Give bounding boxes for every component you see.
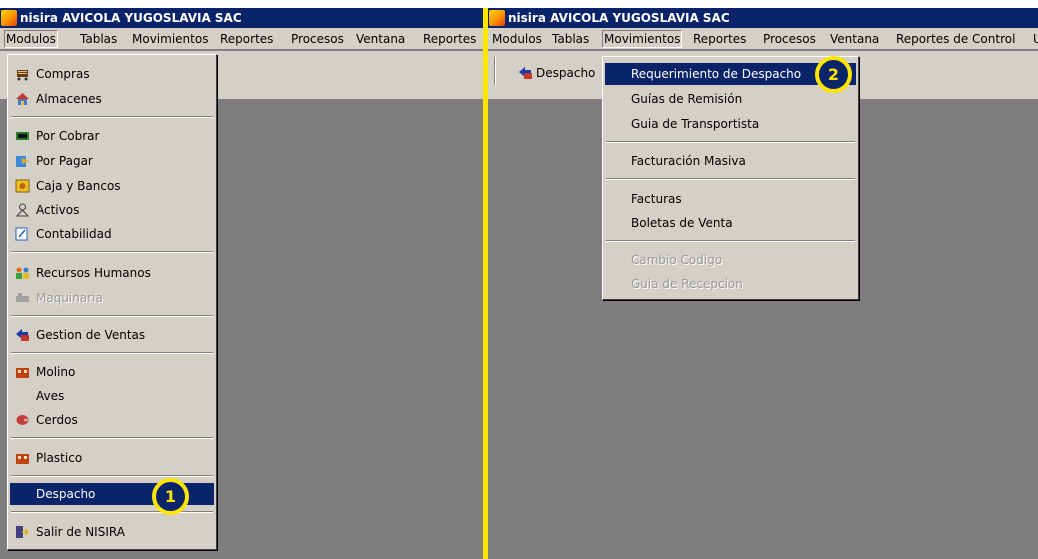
- menu-movimientos[interactable]: Movimientos: [130, 30, 210, 48]
- title-bar: nisira AVICOLA YUGOSLAVIA SAC: [0, 8, 483, 28]
- menu-item-cambio-codigo: Cambio Codigo: [631, 253, 723, 267]
- menu-ventana[interactable]: Ventana: [828, 30, 881, 48]
- assets-icon: [15, 203, 30, 217]
- window-title: nisira AVICOLA YUGOSLAVIA SAC: [20, 11, 242, 25]
- menu-modulos[interactable]: Modulos: [490, 30, 544, 48]
- accounting-icon: [15, 227, 28, 241]
- menu-reportes[interactable]: Reportes: [691, 30, 748, 48]
- menu-item-facturas[interactable]: Facturas: [605, 188, 856, 210]
- menu-item-facturacion-masiva[interactable]: Facturación Masiva: [605, 150, 856, 172]
- menu-item-almacenes[interactable]: Almacenes: [10, 88, 214, 110]
- machine-icon: [16, 293, 29, 302]
- despacho-toolbar-label: Despacho: [536, 66, 596, 80]
- menu-separator: [11, 116, 213, 118]
- despacho-toolbar-button[interactable]: Despacho: [518, 63, 595, 83]
- menu-item-cerdos[interactable]: Cerdos: [10, 409, 214, 431]
- menu-separator: [11, 475, 213, 477]
- step-1-callout: 1: [152, 478, 189, 515]
- menu-ventana[interactable]: Ventana: [354, 30, 407, 48]
- sales-icon: [519, 67, 532, 79]
- toolbar-separator: [494, 57, 496, 85]
- menu-procesos[interactable]: Procesos: [761, 30, 818, 48]
- menu-reportes[interactable]: Reportes: [218, 30, 275, 48]
- menu-item-plastico[interactable]: Plastico: [10, 447, 214, 469]
- window-title: nisira AVICOLA YUGOSLAVIA SAC: [508, 11, 730, 25]
- menu-truncated[interactable]: U: [1031, 30, 1038, 48]
- safe-icon: [15, 179, 30, 193]
- menu-separator: [11, 352, 213, 354]
- modulos-dropdown-menu: Compras Almacenes Por Cobrar Por Pagar C…: [7, 54, 217, 550]
- menu-item-recursos-humanos[interactable]: Recursos Humanos: [10, 262, 214, 284]
- menu-item-por-pagar[interactable]: Por Pagar: [10, 150, 214, 172]
- menu-item-aves[interactable]: Aves: [10, 385, 214, 407]
- menu-item-contabilidad[interactable]: Contabilidad: [10, 223, 214, 245]
- menu-item-guia-de-transportista[interactable]: Guia de Transportista: [605, 113, 856, 135]
- menu-item-guia-de-recepcion: Guia de Recepcion: [631, 277, 743, 291]
- menu-separator: [11, 315, 213, 317]
- menu-bar: Modulos Tablas Movimientos Reportes Proc…: [0, 28, 483, 50]
- mill-icon: [16, 368, 29, 378]
- menu-item-por-cobrar[interactable]: Por Cobrar: [10, 125, 214, 147]
- title-bar: nisira AVICOLA YUGOSLAVIA SAC: [488, 8, 1038, 28]
- pig-icon: [16, 415, 29, 425]
- menu-item-compras[interactable]: Compras: [10, 63, 214, 85]
- menu-reportes-2[interactable]: Reportes: [421, 30, 478, 48]
- yellow-divider: [483, 8, 488, 559]
- menu-separator: [11, 511, 213, 513]
- menu-separator: [606, 141, 855, 143]
- menu-procesos[interactable]: Procesos: [289, 30, 346, 48]
- menu-separator: [11, 251, 213, 253]
- menu-movimientos[interactable]: Movimientos: [602, 30, 683, 48]
- menu-item-activos[interactable]: Activos: [10, 199, 214, 221]
- app-logo-icon: [1, 10, 17, 26]
- menu-separator: [606, 240, 855, 242]
- menu-item-gestion-de-ventas[interactable]: Gestion de Ventas: [10, 324, 214, 346]
- menu-item-boletas-de-venta[interactable]: Boletas de Venta: [605, 212, 856, 234]
- money-icon: [16, 132, 29, 140]
- movimientos-dropdown-menu: Requerimiento de Despacho Guías de Remis…: [602, 56, 859, 300]
- menu-item-maquinaria: Maquinaria: [10, 287, 214, 309]
- menu-item-molino[interactable]: Molino: [10, 361, 214, 383]
- exit-icon: [16, 526, 30, 538]
- cart-icon: [17, 70, 28, 81]
- menu-item-caja-y-bancos[interactable]: Caja y Bancos: [10, 175, 214, 197]
- menu-separator: [606, 178, 855, 180]
- menu-bar: Modulos Tablas Movimientos Reportes Proc…: [488, 28, 1038, 50]
- warehouse-icon: [16, 93, 29, 105]
- step-2-callout: 2: [815, 56, 852, 93]
- people-icon: [16, 267, 29, 279]
- menu-tablas[interactable]: Tablas: [550, 30, 591, 48]
- app-logo-icon: [489, 10, 505, 26]
- menu-modulos[interactable]: Modulos: [4, 30, 58, 48]
- menu-item-salir-de-nisira[interactable]: Salir de NISIRA: [10, 521, 214, 543]
- menu-item-guias-de-remision[interactable]: Guías de Remisión: [605, 88, 856, 110]
- menu-separator: [11, 437, 213, 439]
- menu-tablas[interactable]: Tablas: [78, 30, 119, 48]
- sales-icon: [16, 329, 29, 341]
- menu-reportes-de-control[interactable]: Reportes de Control: [894, 30, 1017, 48]
- plastic-icon: [16, 454, 29, 464]
- payment-icon: [16, 156, 29, 167]
